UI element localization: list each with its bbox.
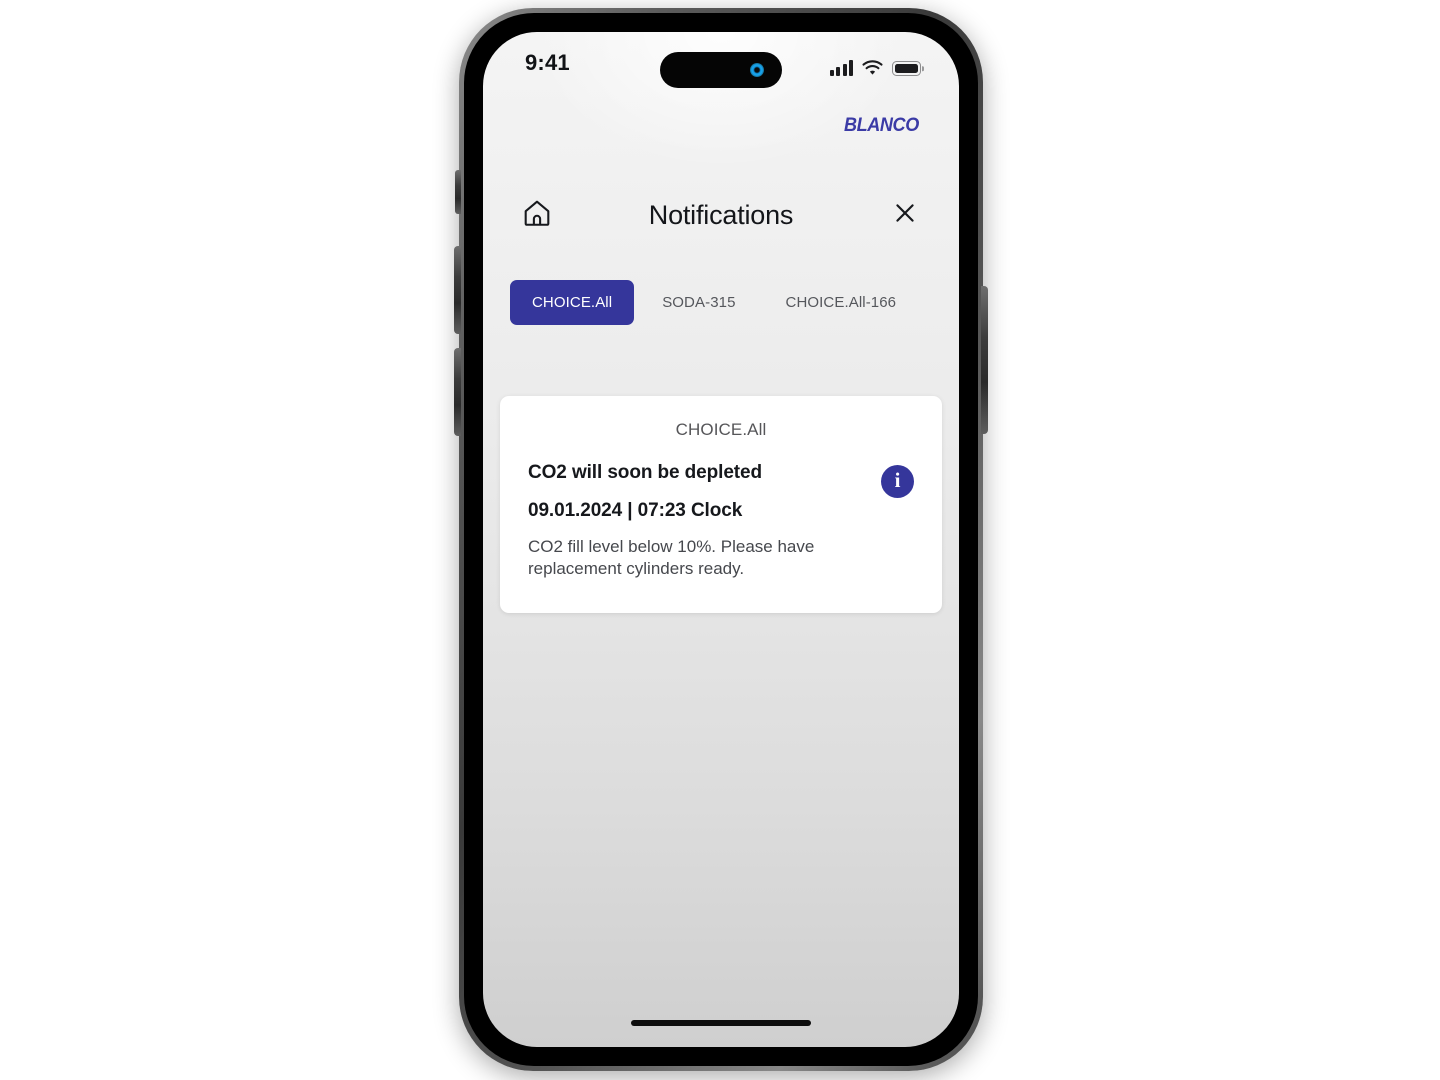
status-bar: 9:41 <box>483 32 959 106</box>
home-indicator[interactable] <box>631 1020 811 1026</box>
front-camera-icon <box>750 63 764 77</box>
phone-screen: 9:41 BLANCO Notifications CHOICE.All SOD… <box>483 32 959 1047</box>
status-bar-icons <box>829 54 921 76</box>
notification-device-name: CHOICE.All <box>675 420 767 439</box>
close-icon <box>892 200 918 231</box>
notification-text-group: CO2 will soon be depleted 09.01.2024 | 0… <box>528 462 865 581</box>
info-icon-glyph: i <box>894 468 901 492</box>
power-button[interactable] <box>981 286 988 434</box>
device-tab-bar: CHOICE.All SODA-315 CHOICE.All-166 <box>483 280 959 325</box>
page-title: Notifications <box>648 199 794 230</box>
dynamic-island <box>660 52 782 88</box>
app-header: Notifications <box>483 178 959 252</box>
volume-up-button[interactable] <box>454 246 461 334</box>
notification-card[interactable]: CHOICE.All CO2 will soon be depleted 09.… <box>500 396 942 613</box>
tab-choice-all-166[interactable]: CHOICE.All-166 <box>764 280 919 325</box>
close-button[interactable] <box>883 193 927 237</box>
silent-switch-button[interactable] <box>455 170 461 214</box>
info-icon[interactable]: i <box>881 465 914 498</box>
tab-soda-315[interactable]: SODA-315 <box>640 280 757 325</box>
status-bar-time: 9:41 <box>525 50 570 75</box>
home-button[interactable] <box>515 193 559 237</box>
phone-device-frame: 9:41 BLANCO Notifications CHOICE.All SOD… <box>454 8 988 1071</box>
wifi-icon <box>862 60 883 76</box>
notification-title: CO2 will soon be depleted <box>528 462 762 483</box>
phone-bezel: 9:41 BLANCO Notifications CHOICE.All SOD… <box>464 13 978 1066</box>
notification-message: CO2 fill level below 10%. Please have re… <box>528 537 815 579</box>
volume-down-button[interactable] <box>454 348 461 436</box>
notification-body: CO2 will soon be depleted 09.01.2024 | 0… <box>528 462 914 581</box>
cellular-signal-icon <box>829 60 853 76</box>
notification-timestamp: 09.01.2024 | 07:23 Clock <box>528 500 743 521</box>
tab-choice-all[interactable]: CHOICE.All <box>510 280 635 325</box>
home-icon <box>522 198 552 233</box>
blanco-logo: BLANCO <box>844 115 919 136</box>
battery-icon <box>892 61 921 76</box>
